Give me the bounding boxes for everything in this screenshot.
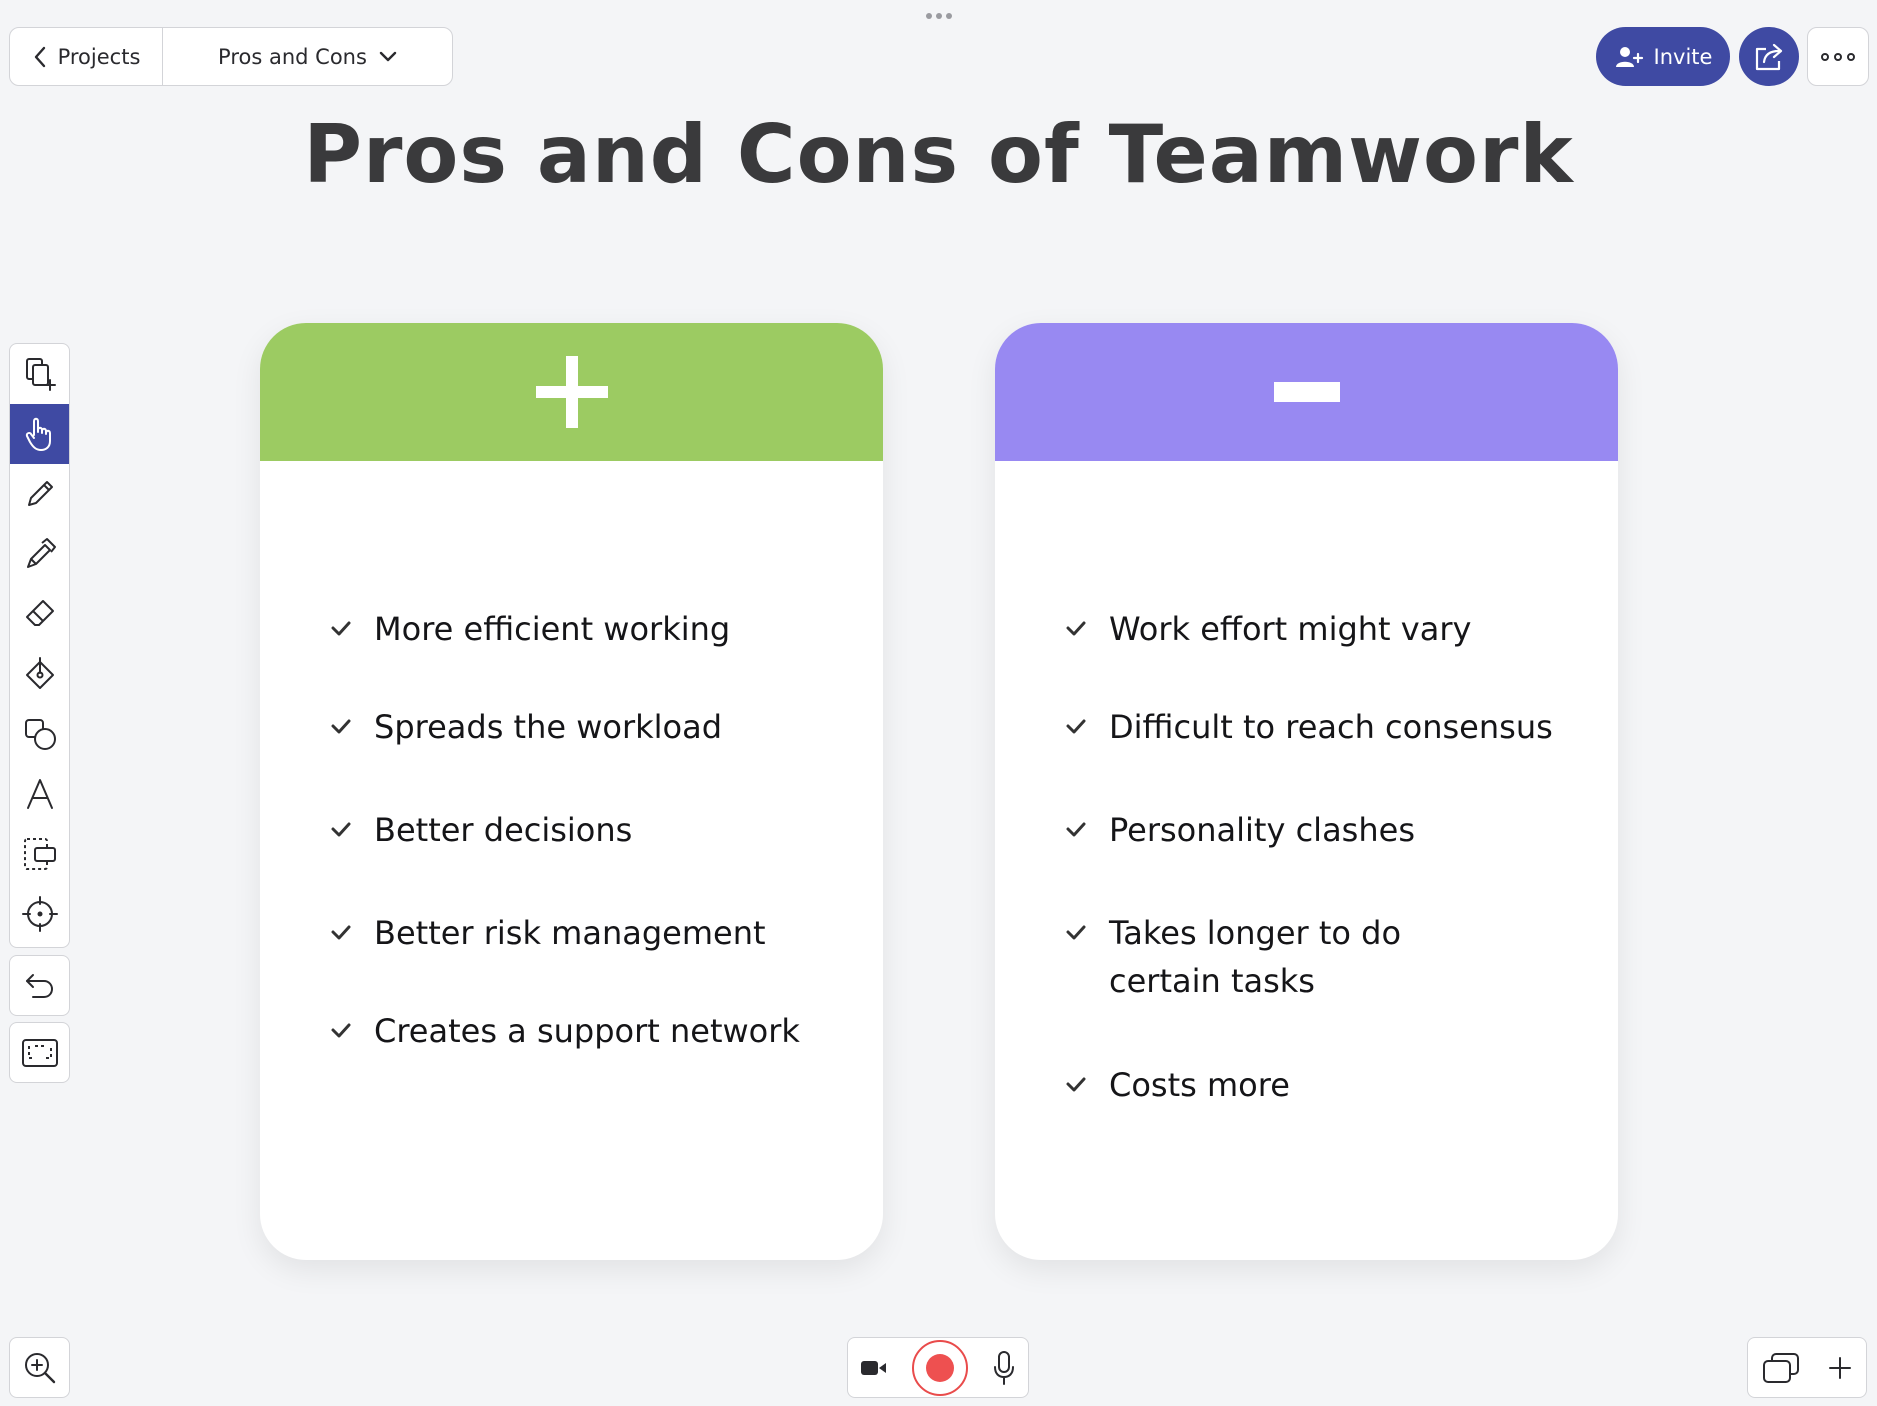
- list-item: Personality clashes: [1065, 806, 1575, 854]
- window-drag-handle[interactable]: [921, 10, 957, 22]
- hand-tool[interactable]: [10, 404, 69, 464]
- list-item: Creates a support network: [330, 1007, 840, 1055]
- record-button[interactable]: [912, 1339, 968, 1396]
- pros-card[interactable]: More efficient working Spreads the workl…: [260, 323, 883, 1260]
- chevron-left-icon: [34, 46, 45, 67]
- pros-card-header: [260, 323, 883, 461]
- check-icon: [331, 822, 351, 837]
- pros-item-text: Better decisions: [374, 811, 633, 849]
- hand-icon: [25, 417, 51, 451]
- cons-card[interactable]: Work effort might vary Difficult to reac…: [995, 323, 1618, 1260]
- cons-item-text: Costs more: [1109, 1066, 1290, 1104]
- zoom-in-icon: [24, 1352, 55, 1383]
- share-button[interactable]: [1739, 27, 1799, 86]
- presentation-frame-button[interactable]: [9, 1022, 70, 1083]
- drawing-toolbar: [9, 343, 70, 948]
- pages-icon: [1763, 1352, 1799, 1383]
- check-icon: [1066, 621, 1086, 636]
- select-icon: [23, 838, 56, 870]
- check-icon: [331, 1023, 351, 1038]
- shapes-tool[interactable]: [10, 704, 69, 764]
- list-item: Work effort might vary: [1065, 605, 1575, 653]
- board-name: Pros and Cons: [218, 44, 367, 69]
- undo-button[interactable]: [9, 955, 70, 1016]
- fill-icon: [25, 657, 54, 689]
- more-options-button[interactable]: [1807, 27, 1869, 86]
- eraser-icon: [25, 600, 54, 626]
- microphone-icon: [994, 1350, 1014, 1385]
- dot: [946, 13, 952, 19]
- plus-icon: [535, 356, 608, 428]
- list-item: Costs more: [1065, 1061, 1575, 1109]
- check-icon: [331, 719, 351, 734]
- list-item: Better decisions: [330, 806, 840, 854]
- check-icon: [1066, 925, 1086, 940]
- board-name-dropdown[interactable]: Pros and Cons: [163, 28, 452, 85]
- record-icon: [926, 1353, 954, 1382]
- cons-item-text: Personality clashes: [1109, 811, 1415, 849]
- list-item: More efficient working: [330, 605, 840, 653]
- cons-card-header: [995, 323, 1618, 461]
- add-user-icon: [1615, 46, 1643, 67]
- media-controls: [847, 1337, 1029, 1398]
- add-page-icon: [25, 358, 56, 391]
- list-item: Spreads the workload: [330, 703, 840, 751]
- laser-pointer-tool[interactable]: [10, 884, 69, 944]
- check-icon: [331, 621, 351, 636]
- pros-item-text: More efficient working: [374, 610, 731, 648]
- plus-icon: [1829, 1356, 1851, 1379]
- back-label: Projects: [57, 44, 141, 69]
- add-page-tool[interactable]: [10, 344, 69, 404]
- pages-button[interactable]: [1761, 1351, 1801, 1385]
- dot: [926, 13, 932, 19]
- undo-icon: [25, 973, 53, 998]
- pencil-tool[interactable]: [10, 464, 69, 524]
- chevron-down-icon: [379, 51, 397, 61]
- invite-label: Invite: [1653, 44, 1713, 69]
- camera-button[interactable]: [860, 1359, 888, 1377]
- dot: [1834, 52, 1842, 61]
- back-to-projects-button[interactable]: Projects: [10, 28, 163, 85]
- minus-icon: [1273, 382, 1340, 402]
- fill-tool[interactable]: [10, 644, 69, 704]
- pros-item-text: Creates a support network: [374, 1012, 800, 1050]
- cons-item-text: Work effort might vary: [1109, 610, 1472, 648]
- add-page-button[interactable]: [1827, 1355, 1853, 1381]
- dot: [1821, 52, 1829, 61]
- frame-icon: [21, 1038, 58, 1067]
- dot: [936, 13, 942, 19]
- marker-icon: [26, 538, 56, 568]
- board-title[interactable]: Pros and Cons of Teamwork: [0, 108, 1877, 201]
- microphone-button[interactable]: [992, 1350, 1016, 1386]
- select-tool[interactable]: [10, 824, 69, 884]
- check-icon: [1066, 719, 1086, 734]
- cons-item-text: Difficult to reach consensus: [1109, 708, 1553, 746]
- shapes-icon: [24, 719, 56, 750]
- breadcrumb: Projects Pros and Cons: [9, 27, 453, 86]
- marker-tool[interactable]: [10, 524, 69, 584]
- zoom-button[interactable]: [9, 1337, 70, 1398]
- check-icon: [1066, 822, 1086, 837]
- list-item: Better risk management: [330, 909, 840, 957]
- text-icon: [26, 779, 53, 809]
- list-item: Difficult to reach consensus: [1065, 703, 1575, 751]
- pros-item-text: Spreads the workload: [374, 708, 723, 746]
- text-tool[interactable]: [10, 764, 69, 824]
- pros-item-text: Better risk management: [374, 914, 766, 952]
- share-icon: [1755, 43, 1783, 70]
- pencil-icon: [27, 481, 53, 506]
- cons-item-text: Takes longer to do certain tasks: [1109, 914, 1402, 1000]
- page-controls: [1747, 1337, 1867, 1398]
- eraser-tool[interactable]: [10, 584, 69, 644]
- list-item: Takes longer to do certain tasks: [1065, 909, 1515, 1005]
- dot: [1847, 52, 1855, 61]
- video-camera-icon: [861, 1360, 886, 1375]
- invite-button[interactable]: Invite: [1596, 27, 1730, 86]
- laser-pointer-icon: [21, 896, 58, 932]
- check-icon: [331, 925, 351, 940]
- check-icon: [1066, 1077, 1086, 1092]
